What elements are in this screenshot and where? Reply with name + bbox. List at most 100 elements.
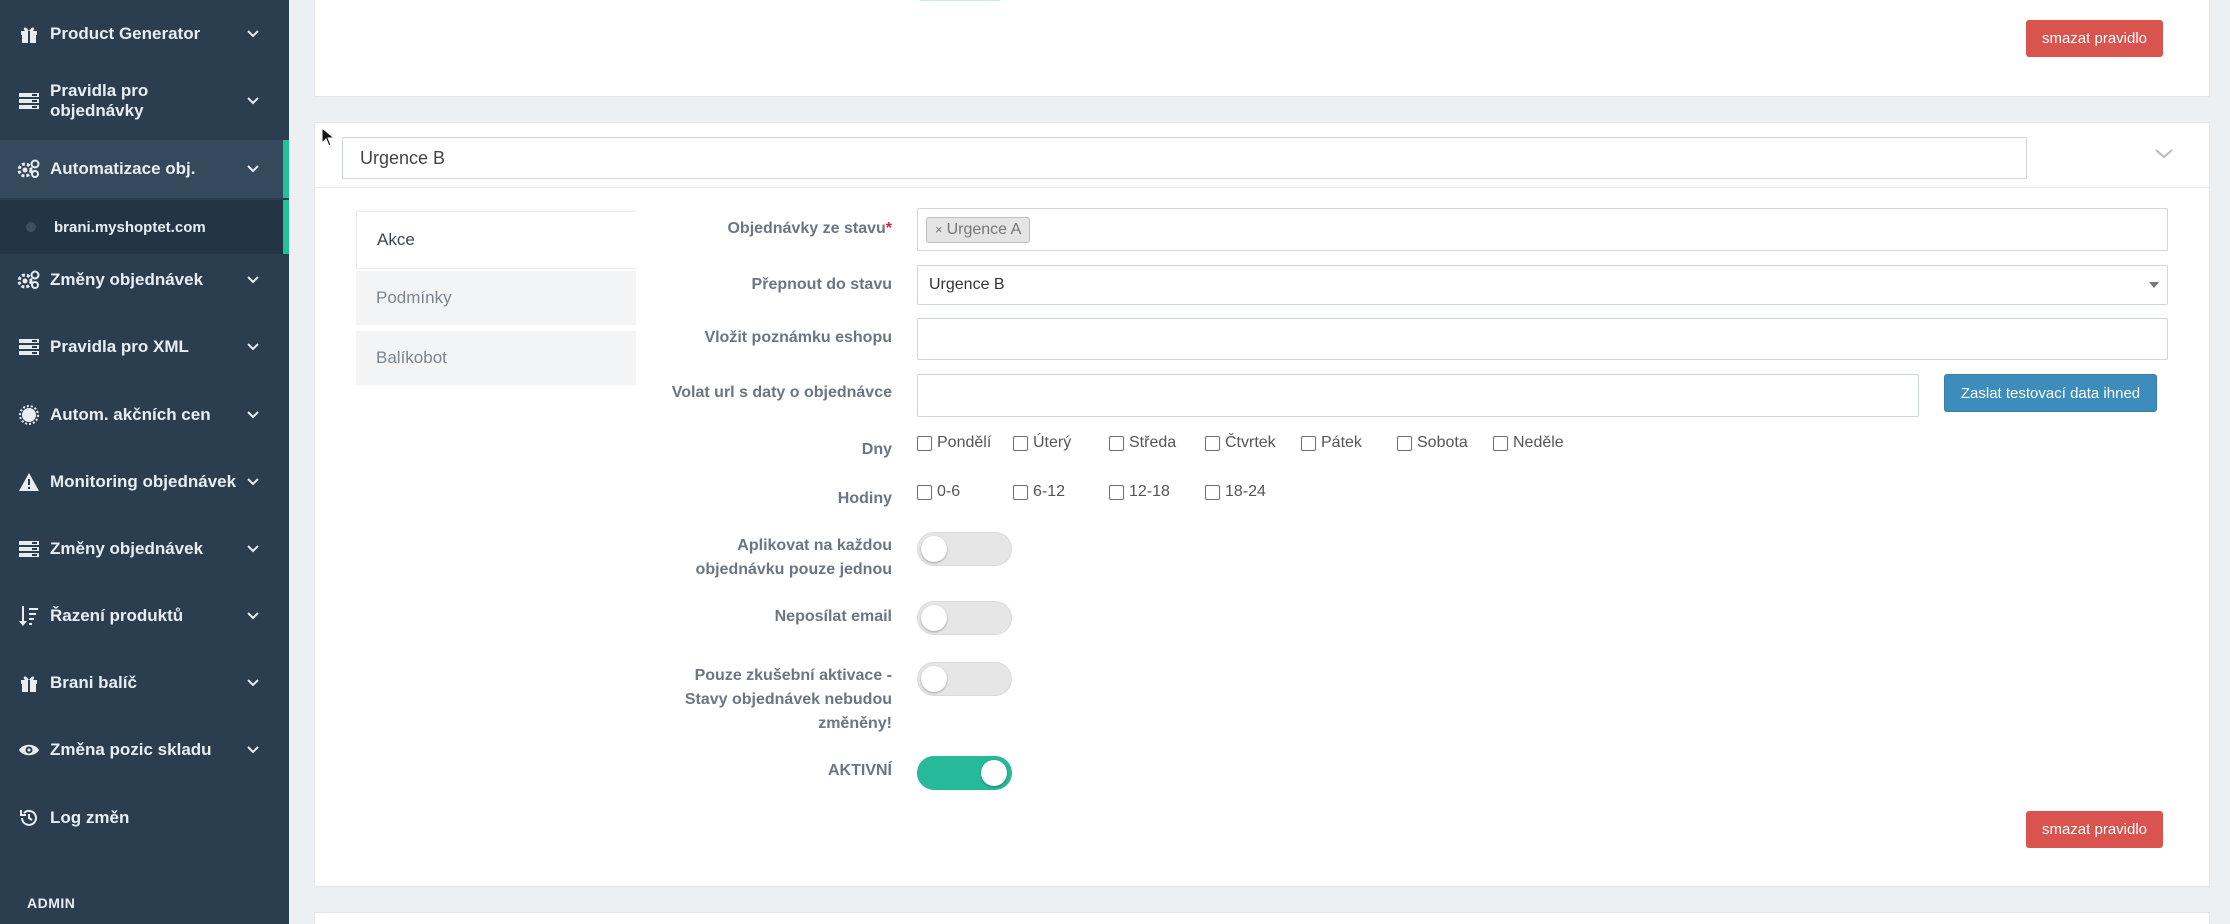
day-checkbox-monday[interactable]: Pondělí bbox=[917, 434, 991, 452]
cogs-icon bbox=[16, 157, 42, 181]
sidebar-item-label: Změny objednávek bbox=[50, 539, 204, 558]
url-label: Volat url s daty o objednávce bbox=[671, 384, 892, 401]
sun-icon bbox=[16, 403, 42, 427]
server-icon bbox=[16, 89, 42, 113]
sidebar-item-label: Řazení produktů bbox=[50, 606, 184, 625]
checkbox[interactable] bbox=[1205, 435, 1220, 451]
tab-conditions[interactable]: Podmínky bbox=[356, 271, 636, 325]
sidebar-item-label: Pravidla pro objednávky bbox=[50, 81, 149, 120]
sidebar-item-product-sorting[interactable]: Řazení produktů bbox=[0, 587, 289, 645]
sidebar-subitem-label: brani.myshoptet.com bbox=[54, 218, 206, 236]
sidebar-item-label: Změna pozic skladu bbox=[50, 740, 212, 759]
checkbox[interactable] bbox=[1013, 435, 1028, 451]
checkbox[interactable] bbox=[1109, 435, 1124, 451]
hours-checkbox-12-18[interactable]: 12-18 bbox=[1109, 483, 1170, 501]
checkbox[interactable] bbox=[917, 484, 932, 500]
hours-checkbox-18-24[interactable]: 18-24 bbox=[1205, 483, 1266, 501]
sidebar-item-label: Autom. akčních cen bbox=[50, 405, 211, 424]
sidebar-item-product-generator[interactable]: Product Generator bbox=[0, 5, 289, 63]
chevron-down-icon bbox=[243, 746, 263, 754]
sidebar-item-order-changes-2[interactable]: Změny objednávek bbox=[0, 520, 289, 578]
delete-rule-button[interactable]: smazat pravidlo bbox=[2026, 811, 2163, 848]
hours-checkbox-6-12[interactable]: 6-12 bbox=[1013, 483, 1065, 501]
checkbox[interactable] bbox=[1301, 435, 1316, 451]
day-checkbox-saturday[interactable]: Sobota bbox=[1397, 434, 1468, 452]
tab-balikobot[interactable]: Balíkobot bbox=[356, 331, 636, 385]
sidebar-item-order-automation[interactable]: Automatizace obj. bbox=[0, 140, 289, 198]
chevron-down-icon bbox=[243, 97, 263, 105]
mouse-cursor-icon bbox=[321, 126, 336, 152]
sidebar-item-stock-positions[interactable]: Změna pozic skladu bbox=[0, 721, 289, 779]
checkbox[interactable] bbox=[917, 435, 932, 451]
hours-label: Hodiny bbox=[837, 490, 892, 507]
no-email-label: Neposílat email bbox=[774, 608, 892, 625]
apply-once-toggle[interactable] bbox=[917, 532, 1012, 566]
test-activation-toggle[interactable] bbox=[917, 662, 1012, 696]
chevron-down-icon bbox=[243, 478, 263, 486]
days-label: Dny bbox=[861, 441, 892, 458]
toggle-knob bbox=[921, 666, 947, 692]
sidebar-item-label: Product Generator bbox=[50, 24, 201, 43]
rule-card-next bbox=[314, 912, 2210, 924]
chevron-down-icon bbox=[243, 343, 263, 351]
gift-icon bbox=[16, 671, 42, 695]
sidebar-item-label: Automatizace obj. bbox=[50, 159, 196, 178]
chevron-down-icon bbox=[243, 679, 263, 687]
sidebar-item-order-changes[interactable]: Změny objednávek bbox=[0, 251, 289, 309]
active-toggle[interactable] bbox=[917, 756, 1012, 790]
rule-card-previous bbox=[314, 0, 2210, 97]
send-test-data-button[interactable]: Zaslat testovací data ihned bbox=[1944, 374, 2157, 412]
checkbox[interactable] bbox=[1493, 435, 1508, 451]
server-icon bbox=[16, 537, 42, 561]
sidebar-item-change-log[interactable]: Log změn bbox=[0, 789, 289, 847]
day-checkbox-friday[interactable]: Pátek bbox=[1301, 434, 1362, 452]
test-activation-label: Pouze zkušební aktivace - Stavy objednáve… bbox=[684, 667, 892, 732]
from-state-label: Objednávky ze stavu* bbox=[727, 220, 892, 237]
server-icon bbox=[16, 335, 42, 359]
card-header-divider bbox=[315, 187, 2211, 188]
toggle-remnant bbox=[920, 0, 1000, 1]
day-checkbox-tuesday[interactable]: Úterý bbox=[1013, 434, 1071, 452]
switch-to-state-value: Urgence B bbox=[929, 276, 1005, 293]
chevron-down-icon bbox=[243, 276, 263, 284]
sidebar-item-label: Brani balíč bbox=[50, 673, 137, 692]
checkbox[interactable] bbox=[1397, 435, 1412, 451]
sidebar-subitem-shop[interactable]: brani.myshoptet.com bbox=[0, 200, 289, 254]
from-state-tag: × Urgence A bbox=[926, 216, 1031, 243]
note-input[interactable] bbox=[917, 318, 2168, 360]
active-label: AKTIVNÍ bbox=[828, 762, 892, 779]
sidebar-item-label: Log změn bbox=[50, 808, 130, 827]
collapse-chevron-icon[interactable] bbox=[2155, 146, 2173, 164]
toggle-knob bbox=[921, 605, 947, 631]
toggle-knob bbox=[981, 760, 1007, 786]
checkbox[interactable] bbox=[1109, 484, 1124, 500]
history-icon bbox=[16, 806, 42, 830]
sidebar-item-xml-rules[interactable]: Pravidla pro XML bbox=[0, 318, 289, 376]
cogs-icon bbox=[16, 268, 42, 292]
sidebar-item-label: Monitoring objednávek bbox=[50, 472, 237, 491]
day-checkbox-thursday[interactable]: Čtvrtek bbox=[1205, 434, 1276, 452]
hours-checkbox-0-6[interactable]: 0-6 bbox=[917, 483, 960, 501]
sidebar-item-order-rules[interactable]: Pravidla pro objednávky bbox=[0, 72, 289, 130]
caret-down-icon bbox=[2149, 282, 2159, 288]
day-checkbox-sunday[interactable]: Neděle bbox=[1493, 434, 1564, 452]
tab-actions[interactable]: Akce bbox=[356, 211, 636, 269]
url-input[interactable] bbox=[917, 374, 1919, 417]
no-email-toggle[interactable] bbox=[917, 601, 1012, 635]
rule-title-input[interactable]: Urgence B bbox=[342, 137, 2027, 179]
sidebar-item-price-automation[interactable]: Autom. akčních cen bbox=[0, 386, 289, 444]
chevron-down-icon bbox=[243, 545, 263, 553]
checkbox[interactable] bbox=[1013, 484, 1028, 500]
sidebar-item-order-monitoring[interactable]: Monitoring objednávek bbox=[0, 453, 289, 511]
apply-once-label: Aplikovat na každou objednávku pouze jedn… bbox=[695, 537, 892, 578]
warning-icon bbox=[16, 470, 42, 494]
eye-icon bbox=[16, 738, 42, 762]
day-checkbox-wednesday[interactable]: Středa bbox=[1109, 434, 1176, 452]
from-state-multiselect[interactable]: × Urgence A bbox=[917, 208, 2168, 251]
tag-remove-icon[interactable]: × bbox=[935, 222, 943, 237]
delete-rule-button-top[interactable]: smazat pravidlo bbox=[2026, 20, 2163, 57]
switch-to-state-select[interactable]: Urgence B bbox=[917, 265, 2168, 305]
checkbox[interactable] bbox=[1205, 484, 1220, 500]
sidebar-item-brani-package[interactable]: Brani balíč bbox=[0, 654, 289, 712]
chevron-down-icon bbox=[243, 165, 263, 173]
